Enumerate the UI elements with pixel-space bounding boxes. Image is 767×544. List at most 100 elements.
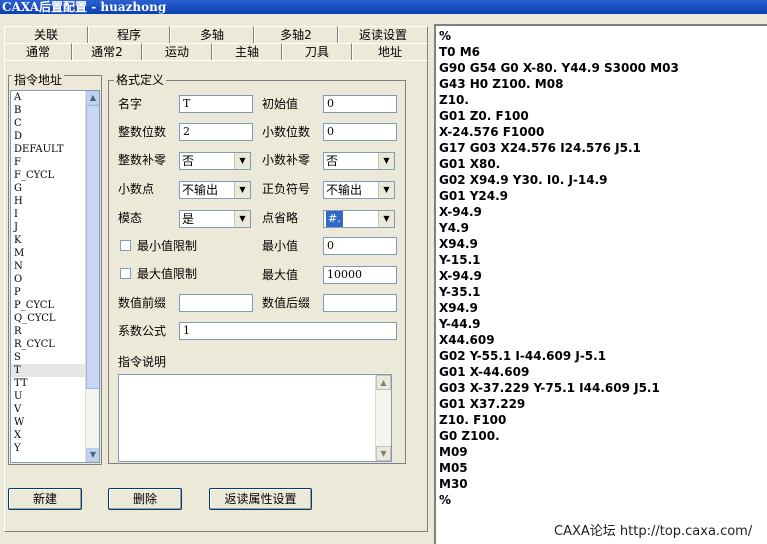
code-line: G02 Y-55.1 I-44.609 J-5.1 xyxy=(439,349,607,363)
tab-association[interactable]: 关联 xyxy=(4,26,88,43)
chevron-down-icon[interactable]: ▼ xyxy=(234,182,250,198)
code-line: G0 Z100. xyxy=(439,429,500,443)
int-pad-value: 否 xyxy=(182,154,195,168)
chevron-down-icon[interactable]: ▼ xyxy=(234,211,250,227)
int-digits-label: 整数位数 xyxy=(118,125,167,139)
int-digits-field[interactable]: 2 xyxy=(179,123,253,141)
tab-readback-settings[interactable]: 返读设置 xyxy=(338,26,428,43)
code-line: Y-44.9 xyxy=(439,317,481,331)
prefix-label: 数值前缀 xyxy=(118,296,167,310)
watermark-text: CAXA论坛 http://top.caxa.com/ xyxy=(554,524,753,539)
chevron-down-icon[interactable]: ▼ xyxy=(234,153,250,169)
code-line: M05 xyxy=(439,461,468,475)
description-label: 指令说明 xyxy=(118,355,167,369)
gcode-editor[interactable]: % T0 M6 G90 G54 G0 X-80. Y44.9 S3000 M03 G4… xyxy=(434,24,767,544)
chevron-down-icon[interactable]: ▼ xyxy=(378,211,394,227)
format-group-title: 格式定义 xyxy=(114,73,167,87)
code-line: G17 G03 X24.576 I24.576 J5.1 xyxy=(439,141,641,155)
plus-sign-label: 正负符号 xyxy=(262,182,311,196)
description-scrollbar[interactable]: ▲ ▼ xyxy=(375,375,391,461)
code-line: X-94.9 xyxy=(439,205,482,219)
code-line: G02 X94.9 Y30. I0. J-14.9 xyxy=(439,173,608,187)
max-value-label: 最大值 xyxy=(262,268,299,282)
address-list-title: 指令地址 xyxy=(12,73,65,87)
tab-multiaxis[interactable]: 多轴 xyxy=(170,26,254,43)
code-line: G01 X80. xyxy=(439,157,501,171)
code-line: Y-35.1 xyxy=(439,285,481,299)
code-line: M09 xyxy=(439,445,468,459)
scroll-up-icon[interactable]: ▲ xyxy=(86,91,99,105)
code-line: M30 xyxy=(439,477,468,491)
readback-settings-button[interactable]: 返读属性设置 xyxy=(209,488,312,510)
dec-digits-field[interactable]: 0 xyxy=(323,123,397,141)
chevron-down-icon[interactable]: ▼ xyxy=(378,153,394,169)
code-line: G01 Y24.9 xyxy=(439,189,509,203)
new-button[interactable]: 新建 xyxy=(8,488,82,510)
suffix-label: 数值后缀 xyxy=(262,296,311,310)
min-limit-checkbox[interactable] xyxy=(120,240,131,251)
delete-button[interactable]: 删除 xyxy=(108,488,182,510)
tab-spindle[interactable]: 主轴 xyxy=(212,43,282,60)
tab-motion[interactable]: 运动 xyxy=(142,43,212,60)
min-value-label: 最小值 xyxy=(262,239,299,253)
tab-row-bottom: 通常 通常2 运动 主轴 刀具 地址 xyxy=(4,43,428,62)
min-limit-label: 最小值限制 xyxy=(137,239,198,253)
code-line: X94.9 xyxy=(439,301,478,315)
init-value-field[interactable]: 0 xyxy=(323,95,397,113)
suffix-field[interactable] xyxy=(323,294,397,312)
code-line: G90 G54 G0 X-80. Y44.9 S3000 M03 xyxy=(439,61,679,75)
tab-general2[interactable]: 通常2 xyxy=(72,43,142,60)
code-line: Z10. F100 xyxy=(439,413,507,427)
dec-pad-select[interactable]: 否 ▼ xyxy=(323,152,395,170)
tab-general[interactable]: 通常 xyxy=(4,43,72,60)
coef-field[interactable]: 1 xyxy=(179,322,397,340)
modal-select[interactable]: 是 ▼ xyxy=(179,210,251,228)
code-line: X44.609 xyxy=(439,333,495,347)
code-line: Z10. xyxy=(439,93,469,107)
code-line: X94.9 xyxy=(439,237,478,251)
code-line: T0 M6 xyxy=(439,45,481,59)
max-limit-checkbox[interactable] xyxy=(120,268,131,279)
scroll-down-icon[interactable]: ▼ xyxy=(376,446,391,461)
scroll-thumb[interactable] xyxy=(86,105,99,389)
plus-sign-value: 不输出 xyxy=(326,183,363,197)
description-textarea[interactable]: ▲ ▼ xyxy=(118,374,392,462)
int-pad-select[interactable]: 否 ▼ xyxy=(179,152,251,170)
int-pad-label: 整数补零 xyxy=(118,153,167,167)
code-line: % xyxy=(439,29,452,43)
point-omit-value: #. xyxy=(326,211,343,227)
tab-tool[interactable]: 刀具 xyxy=(282,43,352,60)
code-line: G01 Z0. F100 xyxy=(439,109,529,123)
code-line: G01 X-44.609 xyxy=(439,365,530,379)
chevron-down-icon[interactable]: ▼ xyxy=(378,182,394,198)
dec-pad-value: 否 xyxy=(326,154,339,168)
modal-label: 模态 xyxy=(118,211,143,225)
modal-value: 是 xyxy=(182,212,195,226)
list-scrollbar[interactable]: ▲ ▼ xyxy=(85,91,99,462)
code-line: Y4.9 xyxy=(439,221,469,235)
point-omit-select[interactable]: #. ▼ xyxy=(323,210,395,228)
min-value-field[interactable]: 0 xyxy=(323,237,397,255)
code-line: G43 H0 Z100. M08 xyxy=(439,77,564,91)
code-line: % xyxy=(439,493,452,507)
max-value-field[interactable]: 10000 xyxy=(323,266,397,284)
decimal-point-select[interactable]: 不输出 ▼ xyxy=(179,181,251,199)
dec-pad-label: 小数补零 xyxy=(262,153,311,167)
scroll-up-icon[interactable]: ▲ xyxy=(376,375,391,390)
code-line: G01 X37.229 xyxy=(439,397,526,411)
code-line: Y-15.1 xyxy=(439,253,481,267)
address-listbox[interactable]: A B C D DEFAULT F F_CYCL G H I J K M N O P P_CYCL Q_CYCL R… xyxy=(10,90,100,463)
decimal-point-label: 小数点 xyxy=(118,182,155,196)
code-line: X-24.576 F1000 xyxy=(439,125,545,139)
name-label: 名字 xyxy=(118,97,143,111)
tab-program[interactable]: 程序 xyxy=(88,26,170,43)
plus-sign-select[interactable]: 不输出 ▼ xyxy=(323,181,395,199)
dec-digits-label: 小数位数 xyxy=(262,125,311,139)
tab-row-top: 关联 程序 多轴 多轴2 返读设置 xyxy=(4,26,428,43)
code-line: G03 X-37.229 Y-75.1 I44.609 J5.1 xyxy=(439,381,660,395)
tab-multiaxis2[interactable]: 多轴2 xyxy=(254,26,338,43)
name-field[interactable]: T xyxy=(179,95,253,113)
window-title: CAXA后置配置 - huazhong xyxy=(0,0,767,14)
scroll-down-icon[interactable]: ▼ xyxy=(86,448,99,462)
prefix-field[interactable] xyxy=(179,294,253,312)
